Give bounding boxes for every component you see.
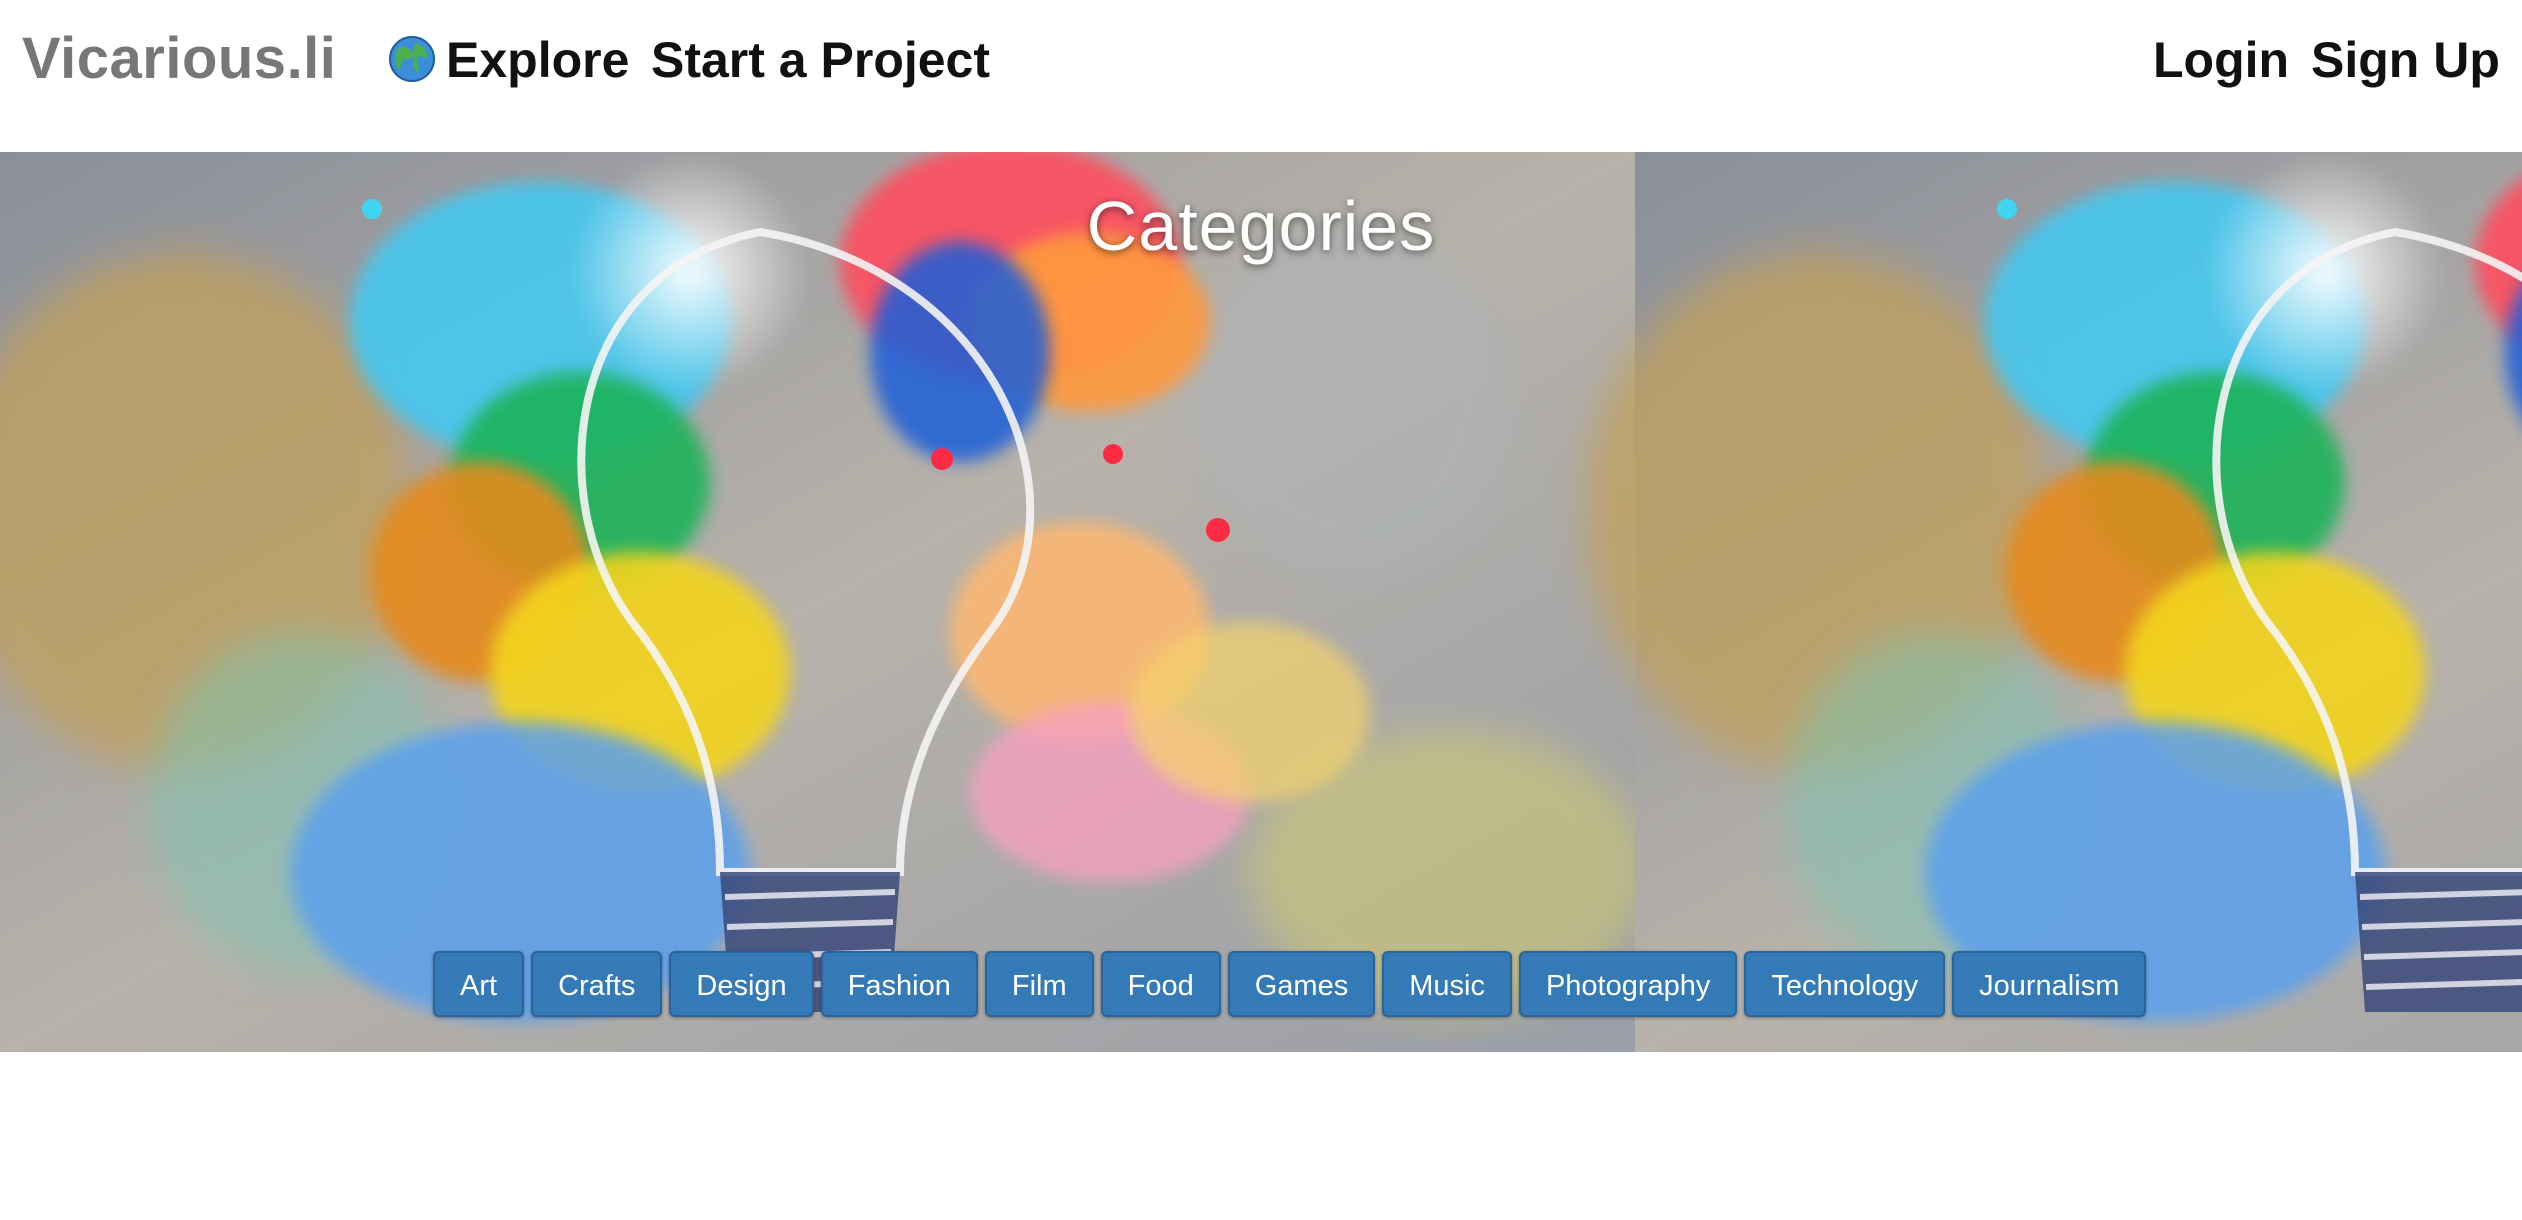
hero-background-image xyxy=(0,152,2522,1052)
brand-logo-link[interactable]: Vicarious.li xyxy=(22,25,336,92)
category-button-crafts[interactable]: Crafts xyxy=(531,951,663,1017)
category-buttons: Art Crafts Design Fashion Film Food Game… xyxy=(433,951,2147,1017)
explore-label: Explore xyxy=(446,32,630,88)
top-navbar: Vicarious.li Explore Start a Project Log… xyxy=(0,0,2522,152)
category-button-journalism[interactable]: Journalism xyxy=(1952,951,2147,1017)
categories-heading: Categories xyxy=(1086,187,1436,265)
explore-link[interactable]: Explore xyxy=(388,31,629,89)
globe-icon xyxy=(389,36,435,82)
category-button-design[interactable]: Design xyxy=(669,951,814,1017)
category-button-food[interactable]: Food xyxy=(1100,951,1221,1017)
signup-link[interactable]: Sign Up xyxy=(2311,31,2500,89)
hero-banner: Categories Art Crafts Design Fashion Fil… xyxy=(0,152,2522,1052)
start-project-link[interactable]: Start a Project xyxy=(651,31,990,89)
category-button-games[interactable]: Games xyxy=(1227,951,1376,1017)
category-button-fashion[interactable]: Fashion xyxy=(820,951,978,1017)
category-button-music[interactable]: Music xyxy=(1382,951,1512,1017)
login-link[interactable]: Login xyxy=(2153,31,2289,89)
category-button-film[interactable]: Film xyxy=(984,951,1094,1017)
category-button-art[interactable]: Art xyxy=(433,951,525,1017)
category-button-photography[interactable]: Photography xyxy=(1518,951,1738,1017)
category-button-technology[interactable]: Technology xyxy=(1744,951,1946,1017)
